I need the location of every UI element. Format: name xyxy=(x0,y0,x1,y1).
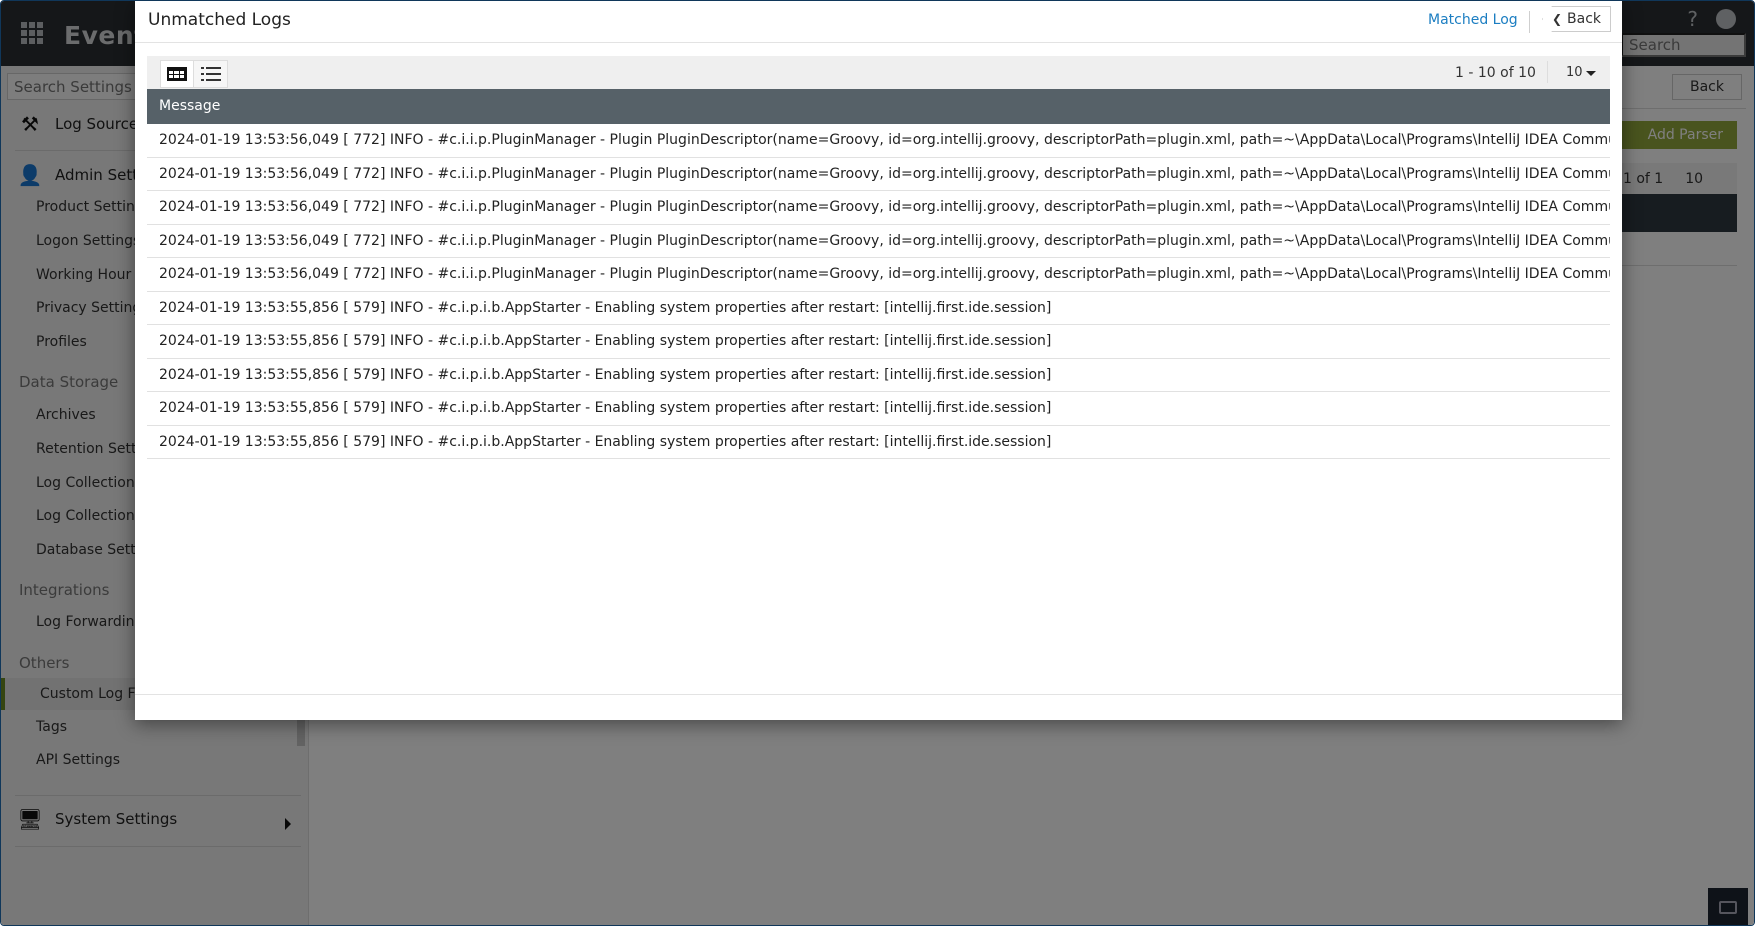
page-size-dropdown[interactable]: 10 xyxy=(1566,65,1596,80)
back-button-label: Back xyxy=(1567,11,1602,27)
modal-footer-divider xyxy=(135,694,1622,695)
log-table-body: 2024-01-19 13:53:56,049 [ 772] INFO - #c… xyxy=(147,124,1610,459)
table-row[interactable]: 2024-01-19 13:53:56,049 [ 772] INFO - #c… xyxy=(147,158,1610,191)
table-row[interactable]: 2024-01-19 13:53:55,856 [ 579] INFO - #c… xyxy=(147,359,1610,392)
app-window: EventLog ? ⚒ Log Source Configuration 👤 … xyxy=(0,0,1755,926)
divider xyxy=(1529,11,1530,33)
table-view-button[interactable] xyxy=(160,60,194,88)
modal-title: Unmatched Logs xyxy=(148,10,291,30)
chevron-left-icon: ❮ xyxy=(1551,12,1563,26)
table-row[interactable]: 2024-01-19 13:53:56,049 [ 772] INFO - #c… xyxy=(147,225,1610,258)
table-row[interactable]: 2024-01-19 13:53:55,856 [ 579] INFO - #c… xyxy=(147,392,1610,426)
table-row[interactable]: 2024-01-19 13:53:56,049 [ 772] INFO - #c… xyxy=(147,124,1610,158)
divider xyxy=(1547,61,1548,83)
matched-log-link[interactable]: Matched Log xyxy=(1428,12,1518,28)
column-header-message[interactable]: Message xyxy=(147,89,1610,124)
table-row[interactable]: 2024-01-19 13:53:55,856 [ 579] INFO - #c… xyxy=(147,325,1610,359)
table-row[interactable]: 2024-01-19 13:53:56,049 [ 772] INFO - #c… xyxy=(147,191,1610,225)
table-toolbar: 1 - 10 of 10 10 xyxy=(147,56,1610,89)
caret-down-icon xyxy=(1585,71,1596,76)
list-icon xyxy=(200,67,221,81)
table-grid-icon xyxy=(167,67,187,81)
page-size-value: 10 xyxy=(1566,65,1583,80)
list-view-button[interactable] xyxy=(194,60,228,88)
table-row[interactable]: 2024-01-19 13:53:55,856 [ 579] INFO - #c… xyxy=(147,292,1610,325)
pagination-text: 1 - 10 of 10 xyxy=(1455,65,1536,81)
back-button[interactable]: ❮ Back xyxy=(1542,6,1611,32)
table-row[interactable]: 2024-01-19 13:53:55,856 [ 579] INFO - #c… xyxy=(147,426,1610,459)
modal-header: Unmatched Logs Matched Log ❮ Back xyxy=(135,1,1622,43)
table-row[interactable]: 2024-01-19 13:53:56,049 [ 772] INFO - #c… xyxy=(147,258,1610,292)
unmatched-logs-modal: Unmatched Logs Matched Log ❮ Back 1 - 10… xyxy=(135,1,1622,720)
